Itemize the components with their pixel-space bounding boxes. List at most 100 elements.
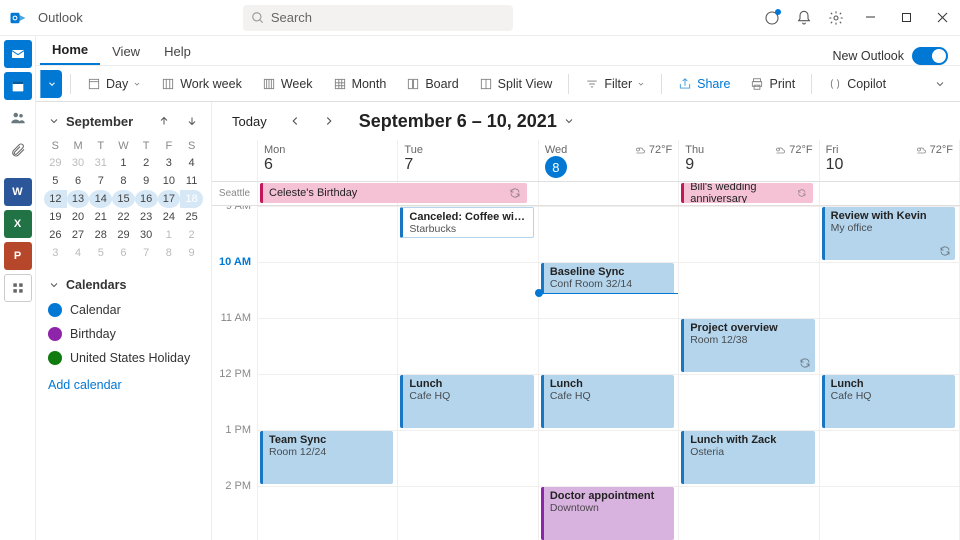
minical-day[interactable]: 22 (112, 208, 135, 226)
rail-people-icon[interactable] (4, 104, 32, 132)
tab-help[interactable]: Help (152, 38, 203, 65)
minical-day[interactable]: 24 (158, 208, 181, 226)
view-board-button[interactable]: Board (398, 73, 466, 95)
view-workweek-button[interactable]: Work week (153, 73, 250, 95)
print-button[interactable]: Print (742, 73, 803, 95)
day-column[interactable]: LunchCafe HQ Review with KevinMy office (820, 206, 960, 540)
activity-icon[interactable] (756, 2, 788, 34)
copilot-button[interactable]: Copilot (820, 73, 894, 95)
minical-day[interactable]: 9 (135, 172, 158, 190)
minical-day[interactable]: 1 (112, 154, 135, 172)
bell-icon[interactable] (788, 2, 820, 34)
day-header[interactable]: Wed872°F (539, 140, 679, 181)
minical-day[interactable]: 11 (180, 172, 203, 190)
minical-day[interactable]: 13 (67, 190, 90, 208)
calendar-event[interactable]: Doctor appointmentDowntown (541, 487, 674, 540)
calendar-list-item[interactable]: Birthday (44, 322, 203, 346)
view-split-button[interactable]: Split View (471, 73, 561, 95)
allday-cell[interactable]: Bill's wedding anniversary (679, 182, 819, 205)
collapse-month-icon[interactable] (48, 115, 60, 127)
rail-powerpoint-icon[interactable]: P (4, 242, 32, 270)
prev-week[interactable] (283, 109, 307, 133)
minical-day[interactable]: 7 (89, 172, 112, 190)
minical-day[interactable]: 1 (158, 226, 181, 244)
allday-cell[interactable] (539, 182, 679, 205)
rail-mail-icon[interactable] (4, 40, 32, 68)
allday-cell[interactable] (398, 182, 538, 205)
calendar-list-item[interactable]: Calendar (44, 298, 203, 322)
minical-day[interactable]: 4 (67, 244, 90, 262)
toolbar-expand[interactable] (926, 78, 954, 90)
view-month-button[interactable]: Month (325, 73, 395, 95)
minical-day[interactable]: 4 (180, 154, 203, 172)
day-header[interactable]: Mon6 (258, 140, 398, 181)
minical-day[interactable]: 23 (135, 208, 158, 226)
rail-word-icon[interactable]: W (4, 178, 32, 206)
mini-calendar[interactable]: SMTWTFS 29303112345678910111213141516171… (44, 138, 203, 262)
new-outlook-toggle[interactable] (912, 47, 948, 65)
calendar-event[interactable]: Team SyncRoom 12/24 (260, 431, 393, 484)
minical-day[interactable]: 14 (89, 190, 112, 208)
minical-day[interactable]: 3 (44, 244, 67, 262)
new-event-chevron[interactable] (40, 70, 62, 98)
minical-day[interactable]: 31 (89, 154, 112, 172)
day-header[interactable]: Thu972°F (679, 140, 819, 181)
minical-day[interactable]: 12 (44, 190, 67, 208)
day-column[interactable]: Canceled: Coffee with MikeStarbucks Lunch… (398, 206, 538, 540)
view-week-button[interactable]: Week (254, 73, 321, 95)
filter-button[interactable]: Filter (577, 73, 653, 95)
minical-day[interactable]: 29 (44, 154, 67, 172)
day-header[interactable]: Tue7 (398, 140, 538, 181)
day-header[interactable]: Fri1072°F (820, 140, 960, 181)
calendar-list-item[interactable]: United States Holiday (44, 346, 203, 370)
day-column[interactable]: Project overviewRoom 12/38 Lunch with Zac… (679, 206, 819, 540)
minical-day[interactable]: 5 (89, 244, 112, 262)
calendar-event[interactable]: Project overviewRoom 12/38 (681, 319, 814, 372)
allday-cell[interactable] (820, 182, 960, 205)
calendar-event[interactable]: Canceled: Coffee with MikeStarbucks (400, 207, 533, 238)
minical-day[interactable]: 10 (158, 172, 181, 190)
add-calendar-link[interactable]: Add calendar (44, 370, 203, 400)
calendar-event[interactable]: LunchCafe HQ (822, 375, 955, 428)
day-column[interactable]: Team SyncRoom 12/24 (258, 206, 398, 540)
minical-day[interactable]: 26 (44, 226, 67, 244)
day-column[interactable]: Baseline SyncConf Room 32/14 LunchCafe HQ… (539, 206, 679, 540)
calendar-event[interactable]: Lunch with ZackOsteria (681, 431, 814, 484)
minical-day[interactable]: 2 (135, 154, 158, 172)
calendar-event[interactable]: Review with KevinMy office (822, 207, 955, 260)
calendar-event[interactable]: LunchCafe HQ (400, 375, 533, 428)
tab-view[interactable]: View (100, 38, 152, 65)
minical-day[interactable]: 5 (44, 172, 67, 190)
minical-day[interactable]: 18 (180, 190, 203, 208)
minical-prev[interactable] (153, 110, 175, 132)
search-input[interactable]: Search (243, 5, 513, 31)
rail-calendar-icon[interactable] (4, 72, 32, 100)
minical-day[interactable]: 27 (67, 226, 90, 244)
allday-event[interactable]: Bill's wedding anniversary (681, 183, 812, 203)
new-event-button[interactable]: New Event (40, 70, 62, 98)
next-week[interactable] (317, 109, 341, 133)
calendar-event[interactable]: LunchCafe HQ (541, 375, 674, 428)
rail-more-icon[interactable] (4, 274, 32, 302)
minical-day[interactable]: 29 (112, 226, 135, 244)
minical-day[interactable]: 15 (112, 190, 135, 208)
gear-icon[interactable] (820, 2, 852, 34)
allday-cell[interactable]: Celeste's Birthday (258, 182, 398, 205)
minical-day[interactable]: 21 (89, 208, 112, 226)
minical-day[interactable]: 19 (44, 208, 67, 226)
tab-home[interactable]: Home (40, 36, 100, 65)
minical-day[interactable]: 8 (112, 172, 135, 190)
minical-day[interactable]: 30 (135, 226, 158, 244)
calendar-event[interactable]: Baseline SyncConf Room 32/14 (541, 263, 674, 294)
minical-day[interactable]: 16 (135, 190, 158, 208)
minical-day[interactable]: 9 (180, 244, 203, 262)
date-range[interactable]: September 6 – 10, 2021 (359, 111, 575, 132)
minical-day[interactable]: 28 (89, 226, 112, 244)
minical-day[interactable]: 17 (158, 190, 181, 208)
minical-day[interactable]: 3 (158, 154, 181, 172)
minical-day[interactable]: 7 (135, 244, 158, 262)
minical-day[interactable]: 6 (112, 244, 135, 262)
rail-attach-icon[interactable] (4, 136, 32, 164)
minical-next[interactable] (181, 110, 203, 132)
minical-day[interactable]: 2 (180, 226, 203, 244)
